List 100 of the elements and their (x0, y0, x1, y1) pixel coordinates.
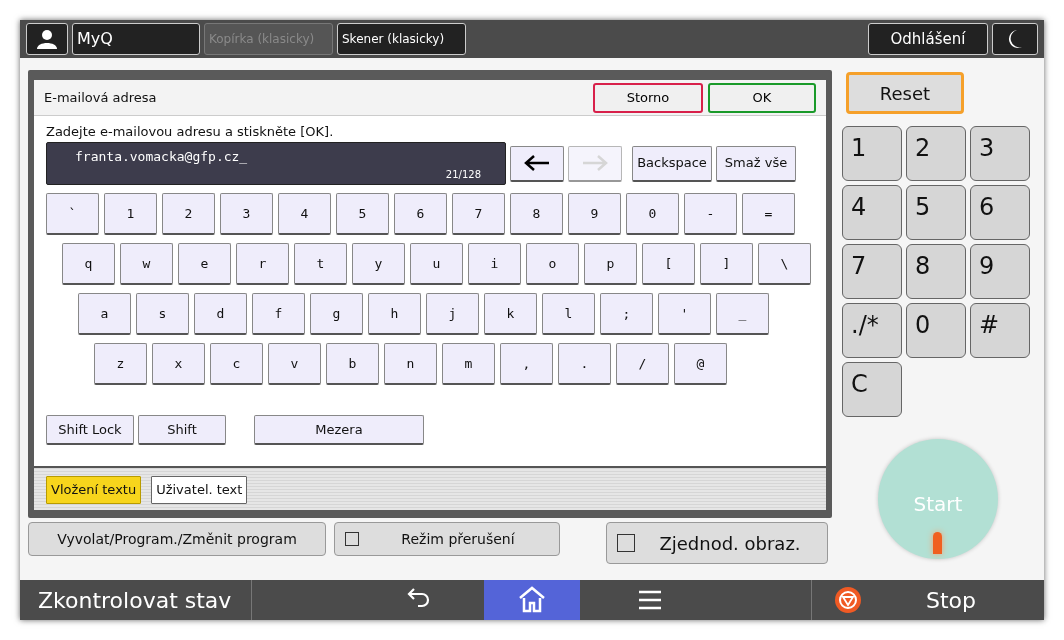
keyboard-key[interactable]: b (326, 343, 379, 385)
keypad-key[interactable]: 2 (906, 126, 966, 181)
space-key[interactable]: Mezera (254, 415, 424, 445)
instruction-text: Zadejte e-mailovou adresu a stiskněte [OK]. (46, 124, 335, 140)
logout-button[interactable]: Odhlášení (868, 23, 988, 55)
keyboard-key[interactable]: . (558, 343, 611, 385)
keyboard-key[interactable]: 3 (220, 193, 273, 235)
keyboard-key[interactable]: [ (642, 243, 695, 285)
keyboard-key[interactable]: , (500, 343, 553, 385)
user-button[interactable] (26, 23, 68, 55)
keyboard-key[interactable]: _ (716, 293, 769, 335)
toggle-label: Zjednod. obraz. (658, 531, 802, 556)
keyboard-key[interactable]: 7 (452, 193, 505, 235)
keyboard-key[interactable]: g (310, 293, 363, 335)
keypad-key[interactable]: C (842, 362, 902, 417)
status-indicator (933, 532, 942, 554)
keyboard-key[interactable]: 8 (510, 193, 563, 235)
input-value: franta.vomacka@gfp.cz_ (75, 148, 248, 166)
keyboard-key[interactable]: = (742, 193, 795, 235)
keyboard-key[interactable]: l (542, 293, 595, 335)
keyboard-key[interactable]: n (384, 343, 437, 385)
shift-key[interactable]: Shift (138, 415, 226, 445)
app-button[interactable]: Skener (klasicky) (337, 23, 466, 55)
checkbox[interactable] (345, 532, 359, 546)
keyboard-key[interactable]: h (368, 293, 421, 335)
keypad-key[interactable]: 8 (906, 244, 966, 299)
keyboard-key[interactable]: s (136, 293, 189, 335)
cursor-left-button[interactable] (510, 145, 564, 182)
keyboard-key[interactable]: v (268, 343, 321, 385)
program-button[interactable]: Vyvolat/Program./Změnit program (28, 522, 326, 556)
keyboard-key[interactable]: 2 (162, 193, 215, 235)
moon-icon (1007, 29, 1023, 49)
ok-button[interactable]: OK (708, 82, 816, 113)
home-icon (518, 586, 546, 614)
tab[interactable]: Uživatel. text (151, 476, 248, 504)
keyboard-key[interactable]: ' (658, 293, 711, 335)
keyboard-key[interactable]: ] (700, 243, 753, 285)
keyboard-key[interactable]: u (410, 243, 463, 285)
status-button[interactable]: Zkontrolovat stav (20, 580, 252, 620)
app-button[interactable]: MyQ (72, 23, 200, 55)
keyboard-key[interactable]: \ (758, 243, 811, 285)
keyboard-key[interactable]: 5 (336, 193, 389, 235)
keypad-key[interactable]: 6 (970, 185, 1030, 240)
toggle-button[interactable]: Režim přerušení (334, 522, 560, 556)
shift-key[interactable]: Shift Lock (46, 415, 134, 445)
keypad-key[interactable]: # (970, 303, 1030, 358)
keyboard-key[interactable]: 4 (278, 193, 331, 235)
keyboard-key[interactable]: o (526, 243, 579, 285)
email-input-field[interactable]: franta.vomacka@gfp.cz_ 21/128 (46, 142, 506, 185)
home-button[interactable] (484, 580, 580, 620)
keyboard-key[interactable]: k (484, 293, 537, 335)
keyboard-key[interactable]: 9 (568, 193, 621, 235)
start-label: Start (912, 491, 964, 518)
keyboard-key[interactable]: m (442, 343, 495, 385)
stop-button[interactable]: Stop (812, 580, 1044, 620)
keyboard-key[interactable]: - (684, 193, 737, 235)
keyboard-key[interactable]: j (426, 293, 479, 335)
keyboard-key[interactable]: f (252, 293, 305, 335)
stop-label: Stop (926, 586, 976, 615)
keypad-key[interactable]: 3 (970, 126, 1030, 181)
keypad-key[interactable]: 5 (906, 185, 966, 240)
keypad-key[interactable]: 9 (970, 244, 1030, 299)
keyboard-key[interactable]: a (78, 293, 131, 335)
checkbox[interactable] (617, 534, 635, 552)
character-counter: 21/128 (445, 168, 481, 182)
toggle-button[interactable]: Zjednod. obraz. (606, 522, 828, 564)
keyboard-key[interactable]: z (94, 343, 147, 385)
cancel-button[interactable]: Storno (593, 82, 703, 113)
keypad-key[interactable]: 4 (842, 185, 902, 240)
user-icon (36, 28, 58, 50)
reset-button[interactable]: Reset (846, 72, 964, 114)
keyboard-key[interactable]: y (352, 243, 405, 285)
keyboard-key[interactable]: q (62, 243, 115, 285)
keyboard-key[interactable]: w (120, 243, 173, 285)
keyboard-key[interactable]: @ (674, 343, 727, 385)
toggle-label: Režim přerušení (400, 529, 516, 549)
keyboard-key[interactable]: 6 (394, 193, 447, 235)
keyboard-key[interactable]: c (210, 343, 263, 385)
keyboard-key[interactable]: r (236, 243, 289, 285)
keyboard-key[interactable]: ` (46, 193, 99, 235)
keyboard-key[interactable]: e (178, 243, 231, 285)
keyboard-key[interactable]: i (468, 243, 521, 285)
edit-button[interactable]: Smaž vše (716, 145, 796, 182)
keyboard-key[interactable]: 1 (104, 193, 157, 235)
keyboard-key[interactable]: x (152, 343, 205, 385)
keyboard-key[interactable]: p (584, 243, 637, 285)
keyboard-key[interactable]: d (194, 293, 247, 335)
tab[interactable]: Vložení textu (46, 476, 142, 504)
keyboard-key[interactable]: t (294, 243, 347, 285)
keyboard-key[interactable]: / (616, 343, 669, 385)
edit-button[interactable]: Backspace (632, 145, 712, 182)
keypad-key[interactable]: ./* (842, 303, 902, 358)
keypad-key[interactable]: 0 (906, 303, 966, 358)
keypad-key[interactable]: 1 (842, 126, 902, 181)
keyboard-key[interactable]: ; (600, 293, 653, 335)
dialog-title: E-mailová adresa (44, 88, 158, 107)
sleep-button[interactable] (992, 23, 1038, 55)
stop-icon (834, 586, 862, 614)
keyboard-key[interactable]: 0 (626, 193, 679, 235)
keypad-key[interactable]: 7 (842, 244, 902, 299)
